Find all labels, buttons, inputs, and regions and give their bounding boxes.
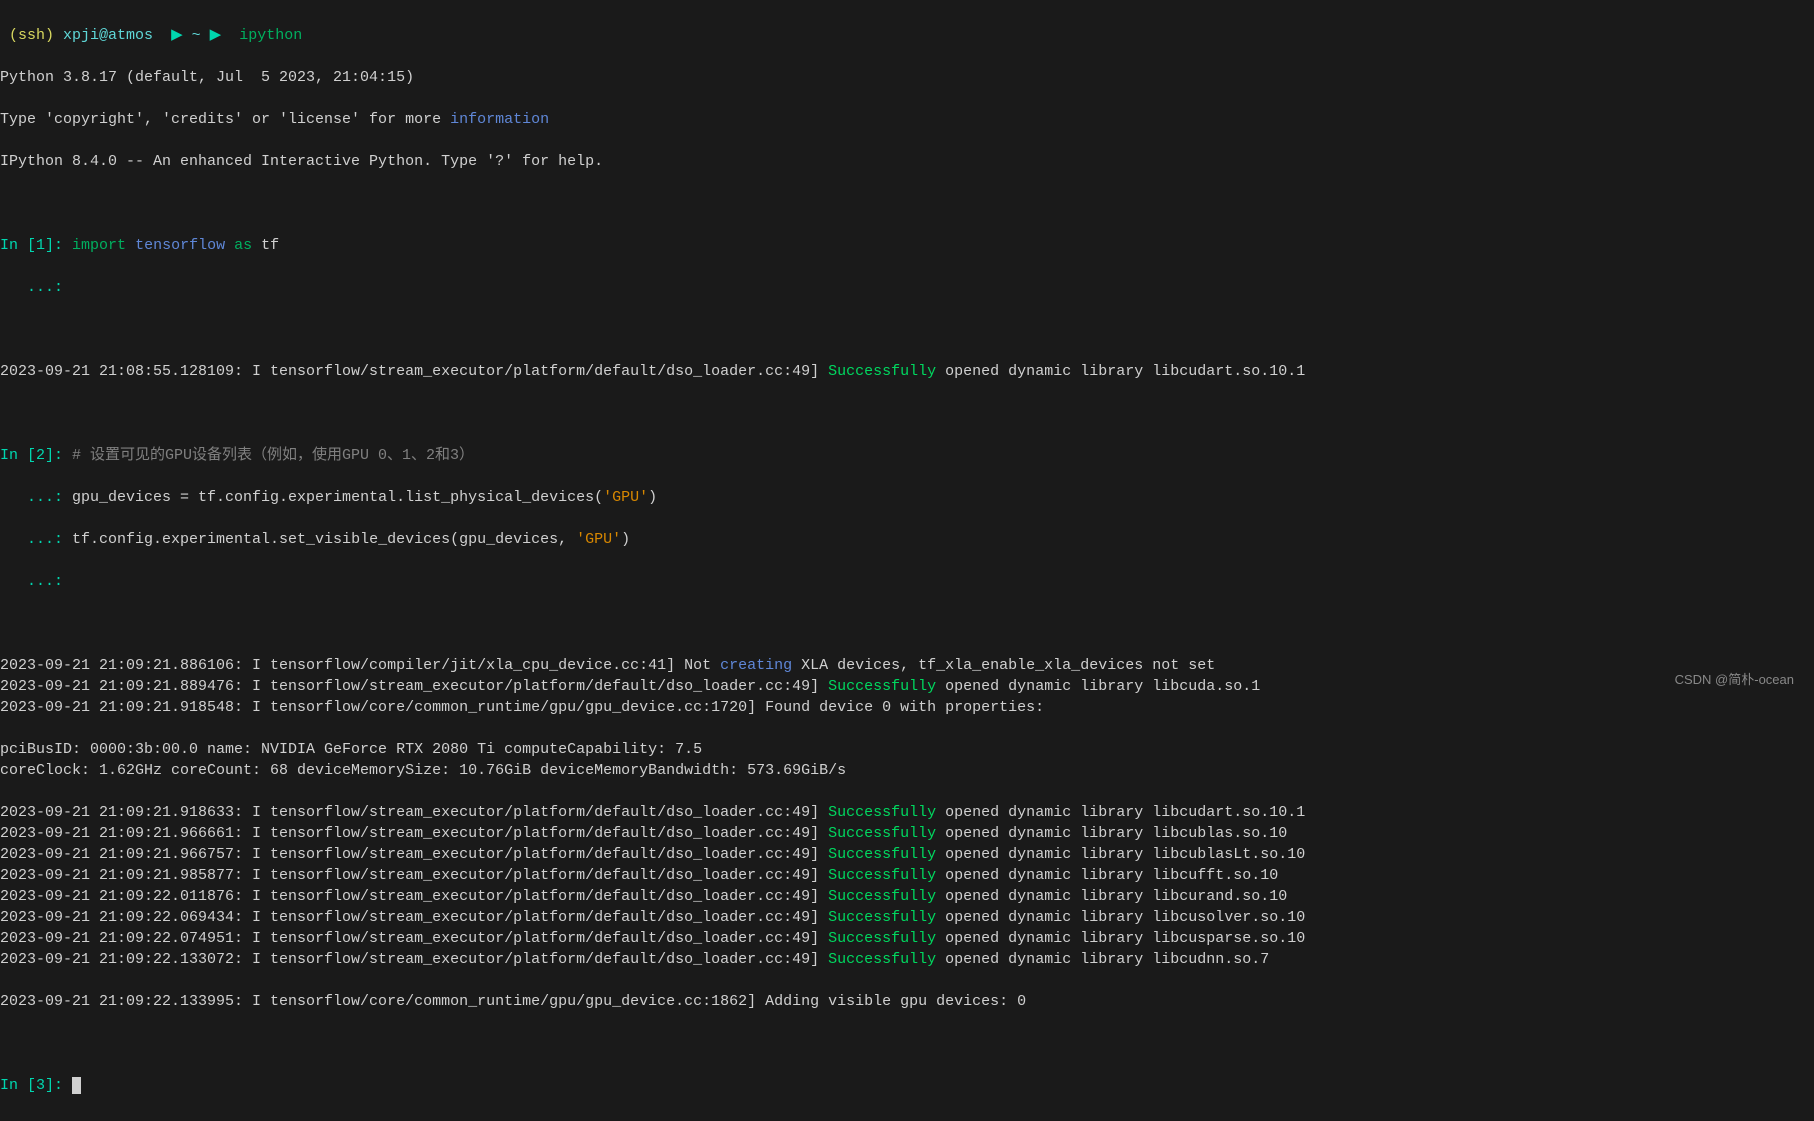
- success-word: Successfully: [828, 951, 936, 968]
- in-prompt: In [2]:: [0, 447, 63, 464]
- module-name: tensorflow: [135, 237, 225, 254]
- ssh-tag: (ssh): [9, 27, 54, 44]
- device-info-line: pciBusID: 0000:3b:00.0 name: NVIDIA GeFo…: [0, 739, 1814, 760]
- log-line: 2023-09-21 21:09:22.133072: I tensorflow…: [0, 949, 1814, 970]
- success-word: Successfully: [828, 825, 936, 842]
- continuation: ...:: [0, 277, 1814, 298]
- log-line: 2023-09-21 21:09:21.886106: I tensorflow…: [0, 655, 1814, 676]
- log-line: 2023-09-21 21:09:21.889476: I tensorflow…: [0, 676, 1814, 697]
- terminal-output[interactable]: (ssh) xpji@atmos ▶ ~ ▶ ipython Python 3.…: [0, 0, 1814, 1121]
- success-word: Successfully: [828, 363, 936, 380]
- log-line: 2023-09-21 21:09:21.918548: I tensorflow…: [0, 697, 1814, 718]
- device-info-line: coreClock: 1.62GHz coreCount: 68 deviceM…: [0, 760, 1814, 781]
- type-help-line: Type 'copyright', 'credits' or 'license'…: [0, 109, 1814, 130]
- success-word: Successfully: [828, 888, 936, 905]
- success-word: Successfully: [828, 804, 936, 821]
- cwd-tilde: ~: [192, 27, 201, 44]
- log-line: 2023-09-21 21:09:21.918633: I tensorflow…: [0, 802, 1814, 823]
- ipython-banner: IPython 8.4.0 -- An enhanced Interactive…: [0, 151, 1814, 172]
- log-line: 2023-09-21 21:09:22.133995: I tensorflow…: [0, 991, 1814, 1012]
- watermark-text: CSDN @简朴-ocean: [1675, 671, 1794, 689]
- user-host: xpji@atmos: [63, 27, 153, 44]
- keyword-import: import: [72, 237, 126, 254]
- log-line: 2023-09-21 21:09:22.011876: I tensorflow…: [0, 886, 1814, 907]
- python-version: Python 3.8.17 (default, Jul 5 2023, 21:0…: [0, 67, 1814, 88]
- log-line: 2023-09-21 21:09:22.069434: I tensorflow…: [0, 907, 1814, 928]
- string-literal: 'GPU': [576, 531, 621, 548]
- string-literal: 'GPU': [603, 489, 648, 506]
- success-word: Successfully: [828, 930, 936, 947]
- success-word: Successfully: [828, 867, 936, 884]
- log-line: 2023-09-21 21:09:22.074951: I tensorflow…: [0, 928, 1814, 949]
- comment: # 设置可见的GPU设备列表（例如，使用GPU 0、1、2和3）: [72, 447, 474, 464]
- input-cell-1: In [1]: import tensorflow as tf: [0, 235, 1814, 256]
- continuation-line: ...: gpu_devices = tf.config.experimenta…: [0, 487, 1814, 508]
- arrow-icon: ▶: [210, 27, 222, 44]
- typed-command: ipython: [239, 27, 302, 44]
- log-line: 2023-09-21 21:09:21.985877: I tensorflow…: [0, 865, 1814, 886]
- arrow-icon: ▶: [171, 27, 183, 44]
- in-prompt: In [3]:: [0, 1077, 63, 1094]
- shell-prompt-line: (ssh) xpji@atmos ▶ ~ ▶ ipython: [0, 25, 1814, 46]
- continuation-line: ...: tf.config.experimental.set_visible_…: [0, 529, 1814, 550]
- log-line: 2023-09-21 21:08:55.128109: I tensorflow…: [0, 361, 1814, 382]
- keyword-as: as: [234, 237, 252, 254]
- info-link[interactable]: information: [450, 111, 549, 128]
- alias: tf: [261, 237, 279, 254]
- log-line: 2023-09-21 21:09:21.966757: I tensorflow…: [0, 844, 1814, 865]
- log-line: 2023-09-21 21:09:21.966661: I tensorflow…: [0, 823, 1814, 844]
- continuation: ...:: [0, 571, 1814, 592]
- input-cell-3[interactable]: In [3]:: [0, 1075, 1814, 1096]
- input-cell-2: In [2]: # 设置可见的GPU设备列表（例如，使用GPU 0、1、2和3）: [0, 445, 1814, 466]
- success-word: Successfully: [828, 846, 936, 863]
- in-prompt: In [1]:: [0, 237, 63, 254]
- cursor-icon: [72, 1077, 81, 1094]
- success-word: Successfully: [828, 909, 936, 926]
